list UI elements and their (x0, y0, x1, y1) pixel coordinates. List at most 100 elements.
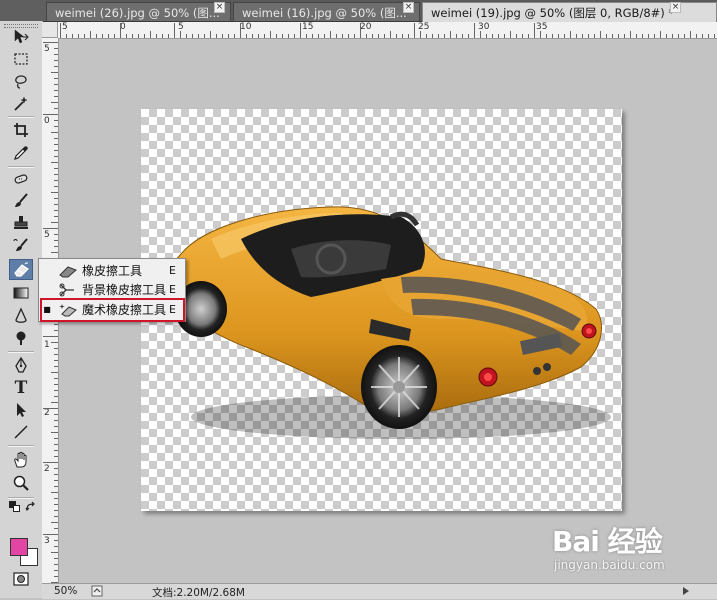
tab-strip-spacer (0, 0, 46, 21)
ruler-tick (396, 34, 397, 38)
pen-tool[interactable] (9, 354, 33, 375)
ruler-tick (648, 34, 649, 38)
ruler-tick (330, 31, 331, 38)
ruler-tick (51, 342, 58, 343)
ruler-tick (54, 66, 58, 67)
zoom-level[interactable]: 50% (54, 585, 77, 597)
close-icon[interactable]: × (214, 2, 225, 13)
eraser-tool[interactable] (9, 259, 33, 280)
crop-tool[interactable] (9, 119, 33, 140)
ruler-tick (43, 408, 58, 409)
ruler-tick (324, 34, 325, 38)
hand-tool[interactable] (9, 449, 33, 470)
ruler-tick (51, 132, 58, 133)
quick-select-tool[interactable] (9, 93, 33, 114)
ruler-number: 5 (44, 230, 50, 240)
ruler-tick (282, 34, 283, 38)
ruler-tick (54, 438, 58, 439)
zoom-tool[interactable] (9, 472, 33, 493)
eyedropper-tool[interactable] (9, 142, 33, 163)
ruler-tick (54, 360, 58, 361)
ruler-tick (564, 34, 565, 38)
ruler-tick (43, 336, 58, 337)
ruler-tick (690, 31, 691, 38)
ruler-tick (126, 34, 127, 38)
move-tool[interactable] (9, 26, 33, 47)
ruler-tick (66, 34, 67, 38)
close-icon[interactable]: × (403, 2, 414, 13)
ruler-tick (318, 34, 319, 38)
eraser-icon (58, 263, 80, 279)
ruler-tick (336, 34, 337, 38)
ruler-tick (540, 31, 541, 38)
ruler-tick (456, 34, 457, 38)
ruler-tick (54, 396, 58, 397)
ruler-tick (54, 96, 58, 97)
line-tool[interactable] (9, 421, 33, 442)
crop-icon (14, 122, 28, 137)
ruler-origin[interactable] (42, 22, 58, 38)
lasso-tool[interactable] (9, 71, 33, 92)
ruler-tick (51, 102, 58, 103)
ruler-tick (54, 366, 58, 367)
ruler-tick (54, 150, 58, 151)
document-canvas[interactable] (141, 109, 622, 511)
ruler-number: 35 (536, 22, 548, 32)
ruler-tick (366, 34, 367, 38)
ruler-tick (43, 114, 58, 115)
gradient-tool[interactable] (9, 282, 33, 303)
dodge-tool[interactable] (9, 327, 33, 348)
brush-tool[interactable] (9, 190, 33, 211)
flyout-item-eraser[interactable]: 橡皮擦工具 E (39, 261, 185, 280)
history-brush-icon (13, 237, 28, 251)
ruler-tick (390, 31, 391, 38)
ruler-tick (684, 34, 685, 38)
flyout-item-background-eraser[interactable]: 背景橡皮擦工具 E (39, 280, 185, 299)
ruler-tick (252, 34, 253, 38)
ruler-number: 0 (44, 116, 50, 126)
tab-weimei-26[interactable]: weimei (26).jpg @ 50% (图... (46, 2, 231, 21)
ruler-number: 20 (360, 22, 372, 32)
ruler-tick (660, 31, 661, 38)
status-menu-arrow-icon[interactable] (682, 586, 690, 596)
ruler-tick (246, 34, 247, 38)
ruler-tick (630, 31, 631, 38)
swap-colors-icon[interactable] (25, 501, 37, 513)
ruler-tick (54, 48, 58, 49)
ruler-tick (54, 426, 58, 427)
foreground-color-swatch[interactable] (10, 538, 28, 556)
ruler-tick (306, 34, 307, 38)
ruler-tick (600, 31, 601, 38)
marquee-tool[interactable] (9, 48, 33, 69)
status-info-icon[interactable] (91, 585, 103, 597)
ruler-tick (43, 462, 58, 463)
ruler-tick (54, 378, 58, 379)
ruler-tick (204, 34, 205, 38)
ruler-tick (51, 222, 58, 223)
ruler-tick (54, 180, 58, 181)
blur-tool[interactable] (9, 305, 33, 326)
default-colors-icon[interactable] (9, 501, 21, 513)
close-icon[interactable]: × (670, 2, 681, 13)
quick-mask-button[interactable] (11, 571, 31, 587)
path-select-tool[interactable] (9, 399, 33, 420)
ruler-tick (264, 34, 265, 38)
ruler-tick (78, 34, 79, 38)
ruler-tick (510, 31, 511, 38)
type-tool[interactable]: T (9, 377, 33, 398)
ruler-tick (276, 34, 277, 38)
ruler-tick (594, 34, 595, 38)
ruler-tick (54, 324, 58, 325)
tab-weimei-16[interactable]: weimei (16).jpg @ 50% (图... (233, 2, 420, 21)
history-brush-tool[interactable] (9, 235, 33, 256)
pen-icon (15, 356, 27, 373)
ruler-tick (54, 564, 58, 565)
ruler-tick (54, 456, 58, 457)
ruler-tick (702, 34, 703, 38)
ruler-tick (144, 34, 145, 38)
healing-brush-tool[interactable] (9, 168, 33, 189)
ruler-tick (696, 34, 697, 38)
ruler-tick (54, 486, 58, 487)
clone-stamp-tool[interactable] (9, 212, 33, 233)
ruler-tick (54, 120, 58, 121)
